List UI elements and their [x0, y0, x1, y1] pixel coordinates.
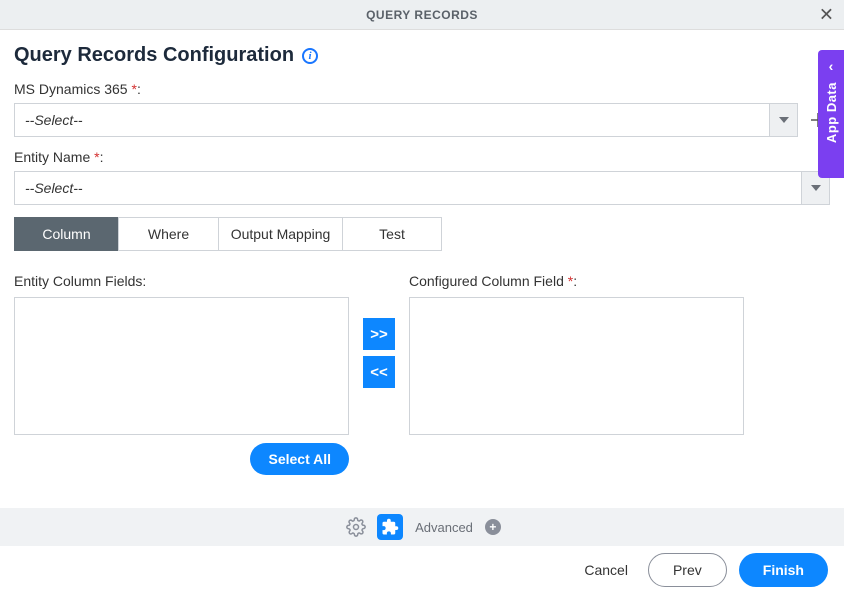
content-area: Query Records Configuration i MS Dynamic… — [0, 30, 844, 475]
modal-title: QUERY RECORDS — [0, 8, 844, 22]
entity-label: Entity Name *: — [14, 149, 830, 165]
action-bar: Cancel Prev Finish — [0, 546, 844, 594]
tabs: Column Where Output Mapping Test — [14, 217, 830, 251]
dynamics-field: MS Dynamics 365 *: --Select-- — [14, 81, 830, 137]
dynamics-select-arrow[interactable] — [769, 104, 797, 136]
entity-select-value: --Select-- — [15, 172, 801, 204]
advanced-label[interactable]: Advanced — [415, 520, 473, 535]
caret-down-icon — [811, 185, 821, 191]
entity-column-fields-label: Entity Column Fields: — [14, 273, 349, 289]
entity-select-row: --Select-- — [14, 171, 830, 205]
colon: : — [137, 81, 141, 97]
tab-test[interactable]: Test — [342, 217, 442, 251]
configured-label-text: Configured Column Field — [409, 273, 564, 289]
configured-column-field-label: Configured Column Field *: — [409, 273, 744, 289]
modal-header: QUERY RECORDS ✕ — [0, 0, 844, 30]
dynamics-select[interactable]: --Select-- — [14, 103, 798, 137]
tab-where[interactable]: Where — [118, 217, 218, 251]
dynamics-label: MS Dynamics 365 *: — [14, 81, 830, 97]
tab-column[interactable]: Column — [14, 217, 118, 251]
select-all-wrap: Select All — [14, 443, 349, 475]
column-config-grid: Entity Column Fields: Select All >> << C… — [14, 273, 830, 475]
entity-column-fields-section: Entity Column Fields: Select All — [14, 273, 349, 475]
advanced-add-icon[interactable]: + — [485, 519, 501, 535]
close-icon[interactable]: ✕ — [819, 4, 834, 25]
entity-label-text: Entity Name — [14, 149, 90, 165]
puzzle-icon[interactable] — [377, 514, 403, 540]
entity-column-fields-listbox[interactable] — [14, 297, 349, 435]
finish-button[interactable]: Finish — [739, 553, 828, 587]
chevron-left-icon: ‹ — [829, 58, 834, 74]
cancel-button[interactable]: Cancel — [576, 556, 636, 584]
info-icon[interactable]: i — [302, 48, 318, 64]
select-all-button[interactable]: Select All — [250, 443, 349, 475]
dynamics-select-row: --Select-- — [14, 103, 830, 137]
dynamics-select-value: --Select-- — [15, 104, 769, 136]
move-left-button[interactable]: << — [363, 356, 395, 388]
app-data-label: App Data — [824, 82, 839, 143]
prev-button[interactable]: Prev — [648, 553, 727, 587]
colon: : — [573, 273, 577, 289]
app-data-panel-toggle[interactable]: ‹ App Data — [818, 50, 844, 178]
page-title: Query Records Configuration — [14, 44, 294, 67]
page-title-row: Query Records Configuration i — [14, 44, 830, 67]
configured-column-field-section: Configured Column Field *: — [409, 273, 744, 435]
entity-field: Entity Name *: --Select-- — [14, 149, 830, 205]
footer-toolbar: Advanced + — [0, 508, 844, 546]
transfer-buttons: >> << — [361, 273, 397, 433]
entity-select[interactable]: --Select-- — [14, 171, 830, 205]
settings-gear-icon[interactable] — [343, 514, 369, 540]
caret-down-icon — [779, 117, 789, 123]
configured-column-field-listbox[interactable] — [409, 297, 744, 435]
tab-output-mapping[interactable]: Output Mapping — [218, 217, 342, 251]
dynamics-label-text: MS Dynamics 365 — [14, 81, 128, 97]
move-right-button[interactable]: >> — [363, 318, 395, 350]
colon: : — [100, 149, 104, 165]
